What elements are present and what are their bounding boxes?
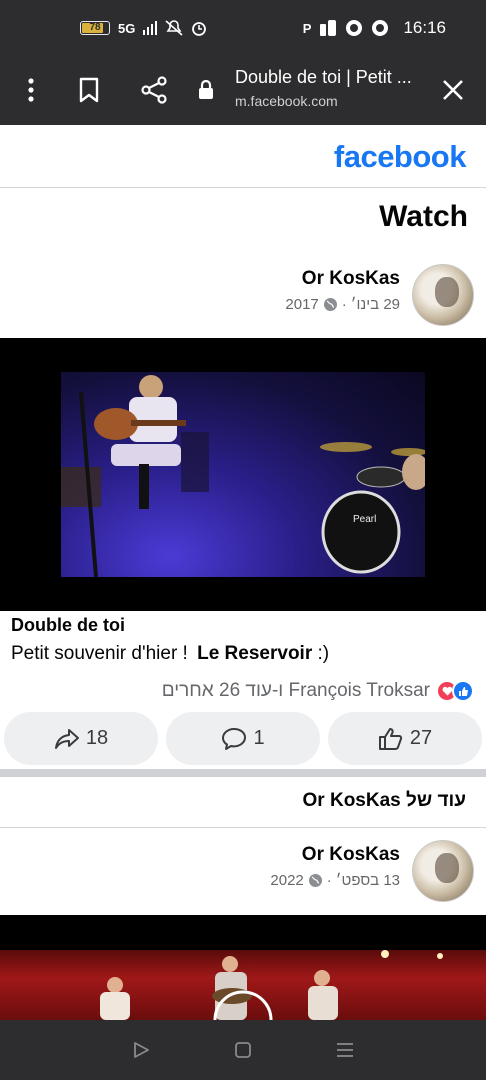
recents-nav-icon[interactable] <box>330 1035 360 1065</box>
like-button[interactable]: 27 <box>328 712 482 765</box>
home-nav-icon[interactable] <box>228 1035 258 1065</box>
like-reaction-icon <box>452 680 474 702</box>
parking-icon: P <box>302 20 312 36</box>
status-bar: 78 5G P 16:16 <box>0 0 486 62</box>
author-name[interactable]: Or KosKas <box>302 268 400 290</box>
svg-text:Pearl: Pearl <box>353 514 376 525</box>
reactions-summary[interactable]: François Troksar ו-עוד 26 אחרים <box>162 680 474 702</box>
post-actions: 18 1 27 <box>4 712 482 765</box>
post-text-body: Petit souvenir d'hier ! <box>11 643 188 664</box>
fb-header: facebook <box>0 125 486 188</box>
comment-count: 1 <box>253 727 265 749</box>
status-right: P 16:16 <box>303 18 446 38</box>
page-url[interactable]: m.facebook.com <box>235 93 338 109</box>
network-label: 5G <box>118 20 136 36</box>
post-header-2: Or KosKas 13 בספט׳ · 2022 <box>14 840 474 904</box>
mention-link[interactable]: Le Reservoir <box>197 643 312 664</box>
comment-icon <box>222 727 247 750</box>
post-year-2[interactable]: 2022 <box>270 872 303 889</box>
author-name-2[interactable]: Or KosKas <box>302 844 400 866</box>
share-count: 18 <box>85 727 109 749</box>
meta-separator-2: · <box>326 872 332 889</box>
video-player-2[interactable] <box>0 915 486 1020</box>
globe-icon <box>323 298 337 311</box>
globe-icon <box>308 874 322 887</box>
whatsapp-icon-2 <box>372 20 389 36</box>
signal-icon <box>143 21 158 35</box>
more-from-heading: עוד של Or KosKas <box>302 790 466 811</box>
thumbs-up-icon <box>378 727 402 750</box>
avatar-2[interactable] <box>412 840 474 902</box>
share-button[interactable]: 18 <box>4 712 158 765</box>
battery-icon: 78 <box>80 21 110 35</box>
share-icon[interactable] <box>138 74 170 106</box>
back-nav-icon[interactable] <box>126 1035 156 1065</box>
video-thumbnail: Pearl <box>61 372 425 577</box>
clock: 16:16 <box>403 18 446 37</box>
video-thumbnail-2 <box>0 950 486 1020</box>
post-date-2[interactable]: 13 בספט׳ <box>336 872 400 889</box>
status-left: 78 5G <box>80 20 207 36</box>
post-header: Or KosKas 29 בינו׳ · 2017 <box>14 264 474 328</box>
app-notification-icon <box>320 20 337 36</box>
meta-separator: · <box>341 296 347 313</box>
post-text: Petit souvenir d'hier ! Le Reservoir :) <box>11 643 329 665</box>
mute-icon <box>165 20 183 36</box>
whatsapp-icon <box>346 20 363 36</box>
post-year[interactable]: 2017 <box>285 296 318 313</box>
system-nav-bar <box>0 1020 486 1080</box>
reaction-icons <box>436 680 474 702</box>
post-text-end: :) <box>312 643 330 664</box>
section-divider <box>0 769 486 777</box>
avatar[interactable] <box>412 264 474 326</box>
share-arrow-icon <box>54 728 79 749</box>
like-count: 27 <box>409 727 433 749</box>
more-options-icon[interactable] <box>15 74 47 106</box>
page-title[interactable]: Double de toi | Petit ... <box>235 67 412 88</box>
post-title: Double de toi <box>11 615 125 635</box>
post-meta: 29 בינו׳ · 2017 <box>285 296 400 313</box>
facebook-logo[interactable]: facebook <box>334 139 467 175</box>
lock-icon <box>190 74 222 106</box>
alarm-icon <box>192 22 207 36</box>
divider-line <box>0 827 486 828</box>
watch-title: Watch <box>379 200 468 233</box>
browser-toolbar: Double de toi | Petit ... m.facebook.com <box>0 62 486 125</box>
reactions-text[interactable]: François Troksar ו-עוד 26 אחרים <box>162 680 430 702</box>
comment-button[interactable]: 1 <box>166 712 320 765</box>
post-meta-2: 13 בספט׳ · 2022 <box>270 872 400 889</box>
close-icon[interactable] <box>437 74 469 106</box>
video-player[interactable]: Pearl <box>0 338 486 611</box>
bookmark-icon[interactable] <box>73 74 105 106</box>
post-date[interactable]: 29 בינו׳ <box>351 296 400 313</box>
